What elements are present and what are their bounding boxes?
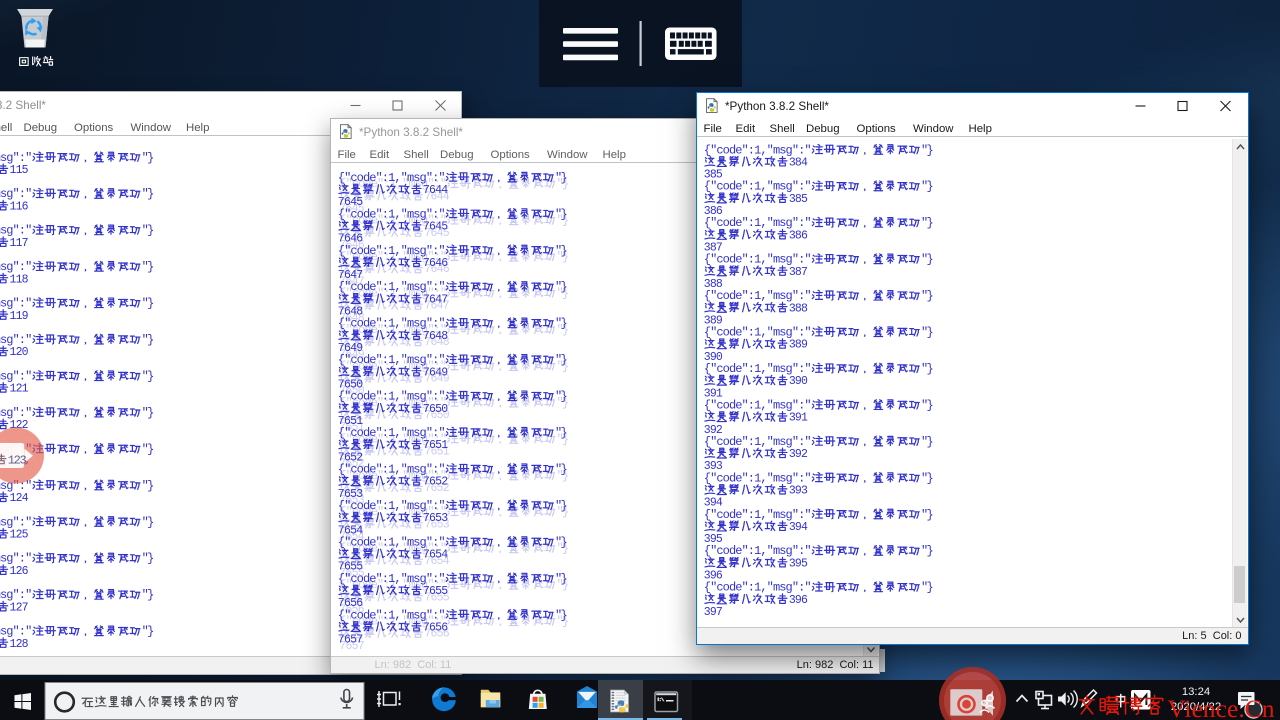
svg-text:117: 117: [10, 236, 29, 249]
svg-text:395: 395: [788, 557, 807, 570]
svg-text:390: 390: [788, 375, 807, 388]
svg-text:123: 123: [8, 453, 27, 467]
svg-text:392: 392: [788, 448, 807, 461]
svg-text:7648: 7648: [422, 329, 447, 342]
svg-text:7654: 7654: [422, 548, 447, 561]
svg-text:127: 127: [10, 601, 29, 614]
svg-text:385: 385: [788, 192, 807, 205]
svg-text:394: 394: [788, 520, 807, 533]
svg-text:7645: 7645: [422, 220, 447, 233]
svg-text:7656: 7656: [422, 621, 447, 634]
svg-text:128: 128: [10, 637, 29, 650]
svg-text:386: 386: [788, 229, 807, 242]
svg-text:125: 125: [10, 528, 29, 541]
svg-text:119: 119: [10, 309, 29, 322]
svg-text:7644: 7644: [422, 184, 447, 197]
svg-text:388: 388: [788, 302, 807, 315]
svg-text:7653: 7653: [422, 512, 447, 525]
svg-text:7657: 7657: [337, 633, 362, 646]
svg-text:384: 384: [788, 156, 807, 169]
svg-text:7652: 7652: [422, 475, 447, 488]
svg-text:389: 389: [788, 338, 807, 351]
svg-text:397: 397: [703, 606, 722, 619]
svg-text:387: 387: [788, 265, 807, 278]
svg-text:7646: 7646: [422, 256, 447, 269]
svg-text:120: 120: [10, 346, 29, 359]
svg-text:393: 393: [788, 484, 807, 497]
svg-text:7655: 7655: [422, 585, 447, 598]
svg-text:121: 121: [10, 382, 29, 395]
svg-text:7650: 7650: [422, 402, 447, 415]
svg-text:391: 391: [788, 411, 807, 424]
svg-text:124: 124: [10, 492, 29, 505]
svg-text:118: 118: [10, 273, 29, 286]
svg-text:116: 116: [10, 200, 29, 213]
svg-text:115: 115: [10, 163, 29, 176]
svg-text:7649: 7649: [422, 366, 447, 379]
svg-text:7651: 7651: [422, 439, 447, 452]
svg-text:7647: 7647: [422, 293, 447, 306]
svg-text:126: 126: [10, 564, 29, 577]
svg-text:Vience.Cn: Vience.Cn: [1167, 694, 1274, 720]
svg-text:396: 396: [788, 593, 807, 606]
